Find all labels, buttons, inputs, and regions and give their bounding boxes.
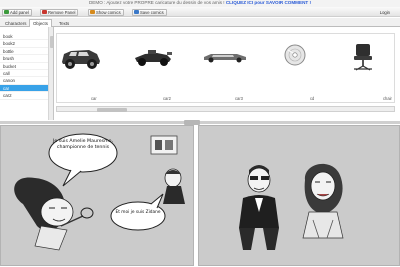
tab-texts[interactable]: Texts: [55, 19, 73, 27]
add-panel-label: Add panel: [10, 9, 29, 15]
add-panel-button[interactable]: Add panel: [2, 8, 32, 16]
list-item[interactable]: call: [0, 70, 53, 78]
list-item[interactable]: bucket: [0, 63, 53, 70]
list-item[interactable]: canon: [0, 77, 53, 85]
gallery-label: car3: [235, 96, 243, 101]
gallery-label: chair: [383, 96, 392, 101]
car2-icon[interactable]: [131, 42, 175, 72]
save-comics-button[interactable]: Save comics: [132, 8, 167, 16]
list-item[interactable]: book: [0, 33, 53, 41]
bubble-text-1: Je suis Amelie Mauresmo, championne de t…: [53, 139, 114, 150]
character-woman: [302, 163, 344, 239]
notice-link[interactable]: CLIQUEZ ICI pour SAVOIR COMMENT !: [226, 0, 311, 5]
toolbar: Add panel Remove Panel Show comics Save …: [0, 7, 400, 17]
object-category-list: book book2 bottle brush bucket call cano…: [0, 27, 54, 120]
list-item[interactable]: bottle: [0, 48, 53, 56]
save-comics-icon: [134, 10, 139, 14]
gallery-label: car2: [163, 96, 171, 101]
character-amelie: [14, 177, 94, 251]
comic-panel-2[interactable]: [198, 125, 400, 266]
show-comics-icon: [90, 10, 95, 14]
chair-icon[interactable]: [342, 42, 386, 72]
gallery-scrollbar[interactable]: [56, 106, 395, 112]
list-item[interactable]: book2: [0, 40, 53, 48]
gallery-label: car: [91, 96, 97, 101]
list-scrollbar-thumb[interactable]: [49, 36, 53, 48]
character-zidane: [163, 168, 185, 204]
car-icon[interactable]: [59, 42, 103, 72]
show-comics-button[interactable]: Show comics: [88, 8, 124, 16]
tab-bar: Characters Objects Texts: [0, 18, 400, 28]
list-scrollbar[interactable]: [48, 27, 53, 120]
car3-icon[interactable]: [203, 42, 247, 72]
list-item[interactable]: brush: [0, 55, 53, 63]
cd-icon[interactable]: [273, 42, 317, 72]
character-man-suit: [239, 165, 279, 250]
notice-text: DEMO : Ajoutez votre PROPRE caricature d…: [88, 0, 225, 5]
remove-panel-button[interactable]: Remove Panel: [40, 8, 79, 16]
objects-gallery: car car2 car3 cd chair: [56, 33, 395, 103]
list-item-selected[interactable]: car: [0, 84, 53, 93]
remove-panel-label: Remove Panel: [48, 9, 76, 15]
gallery-label: cd: [310, 96, 315, 101]
tab-characters[interactable]: Characters: [1, 19, 30, 27]
camera-icon: [150, 135, 178, 155]
bubble-text-2: Et moi je suis Zidane: [115, 210, 161, 215]
list-item[interactable]: car2: [0, 92, 53, 100]
show-comics-label: Show comics: [96, 9, 121, 15]
remove-panel-icon: [42, 10, 47, 14]
demo-notice: DEMO : Ajoutez votre PROPRE caricature d…: [0, 0, 400, 7]
pane-divider: [0, 121, 400, 124]
add-panel-icon: [4, 10, 9, 14]
save-comics-label: Save comics: [140, 9, 164, 15]
gallery-scrollbar-thumb[interactable]: [97, 107, 127, 112]
login-link[interactable]: Login: [380, 10, 390, 15]
comic-panel-1[interactable]: Je suis Amelie Mauresmo, championne de t…: [0, 125, 194, 266]
